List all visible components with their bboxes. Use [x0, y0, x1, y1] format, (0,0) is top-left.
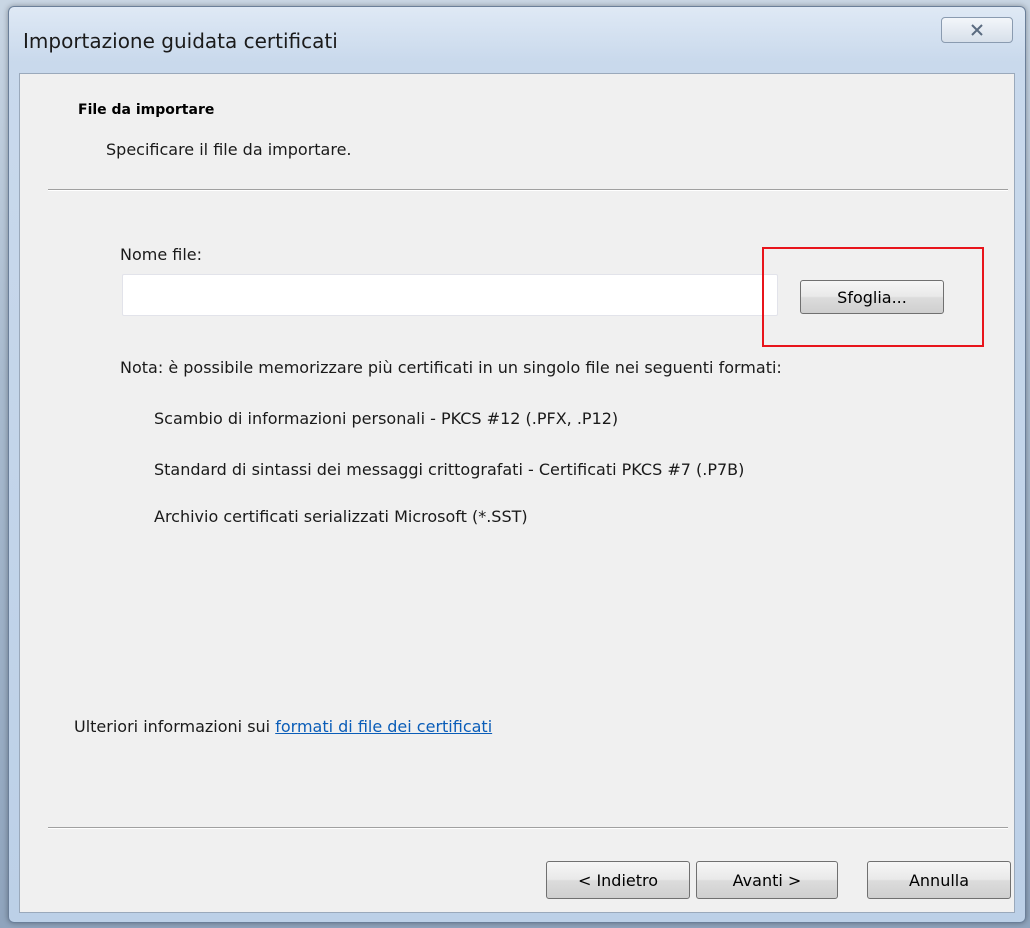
file-name-label: Nome file:	[120, 245, 203, 264]
format-item-sst: Archivio certificati serializzati Micros…	[154, 507, 528, 526]
title-bar: Importazione guidata certificati	[9, 7, 1025, 79]
certificate-formats-link[interactable]: formati di file dei certificati	[275, 717, 492, 736]
next-button[interactable]: Avanti >	[696, 861, 838, 899]
window-title: Importazione guidata certificati	[23, 29, 338, 53]
wizard-header: File da importare Specificare il file da…	[20, 74, 1014, 186]
more-info-prefix: Ulteriori informazioni sui	[74, 717, 271, 736]
format-item-pkcs7: Standard di sintassi dei messaggi critto…	[154, 460, 745, 479]
more-info-text: Ulteriori informazioni sui formati di fi…	[74, 717, 492, 736]
highlight-annotation	[762, 247, 984, 347]
close-button[interactable]	[941, 17, 1013, 43]
formats-note: Nota: è possibile memorizzare più certif…	[120, 358, 782, 377]
file-name-input[interactable]	[122, 274, 778, 316]
header-divider	[48, 189, 1008, 191]
wizard-content: File da importare Specificare il file da…	[19, 73, 1015, 913]
cancel-button[interactable]: Annulla	[867, 861, 1011, 899]
back-button[interactable]: < Indietro	[546, 861, 690, 899]
footer-divider	[48, 827, 1008, 829]
section-title: File da importare	[78, 102, 215, 118]
section-subtitle: Specificare il file da importare.	[106, 140, 352, 159]
format-item-pkcs12: Scambio di informazioni personali - PKCS…	[154, 409, 619, 428]
wizard-window: Importazione guidata certificati File da…	[8, 6, 1026, 923]
close-icon	[970, 24, 984, 36]
